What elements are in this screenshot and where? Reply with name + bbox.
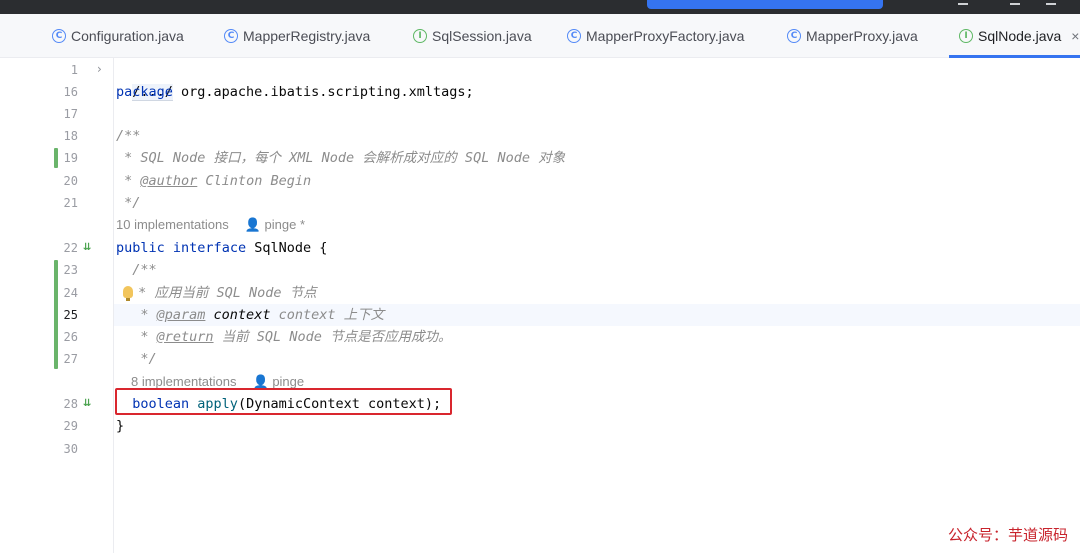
code-line-19[interactable]: * SQL Node 接口，每个 XML Node 会解析成对应的 SQL No… (116, 147, 565, 169)
line-number: 24 (63, 286, 78, 300)
author-hint: 👤 pinge * (244, 217, 306, 232)
implementations-count[interactable]: 10 implementations (116, 217, 229, 232)
interface-icon: I (959, 29, 973, 43)
class-icon: C (224, 29, 238, 43)
tab-label: MapperProxyFactory.java (586, 28, 745, 44)
implementations-count[interactable]: 8 implementations (131, 374, 237, 389)
code-line-23[interactable]: /** (116, 259, 156, 281)
code-line-26[interactable]: * @return 当前 SQL Node 节点是否应用成功。 (116, 326, 451, 348)
line-number-current: 25 (63, 308, 78, 322)
tab-label: SqlSession.java (432, 28, 532, 44)
doc-comment: * (116, 307, 157, 323)
tab-label: MapperRegistry.java (243, 28, 371, 44)
code-line-18[interactable]: /** (116, 125, 140, 147)
title-bar (0, 0, 1080, 14)
settings-icon[interactable] (1046, 0, 1056, 5)
code-line-25[interactable]: * @param context context 上下文 (116, 304, 384, 326)
class-icon: C (787, 29, 801, 43)
line-number: 26 (63, 330, 78, 344)
line-number: 29 (63, 419, 78, 433)
code-line-20[interactable]: * @author Clinton Begin (116, 170, 311, 192)
doc-comment: * (116, 329, 157, 345)
implemented-by-icon[interactable]: ⇊ (83, 241, 97, 255)
line-number: 19 (63, 151, 78, 165)
line-number: 30 (63, 442, 78, 456)
class-icon: C (567, 29, 581, 43)
line-number: 22 (63, 241, 78, 255)
tab-sql-node[interactable]: I SqlNode.java × (948, 14, 1080, 58)
search-icon[interactable] (1010, 0, 1020, 5)
code-line-24[interactable]: * 应用当前 SQL Node 节点 (130, 282, 317, 304)
tab-label: Configuration.java (71, 28, 184, 44)
code-line-29[interactable]: } (116, 415, 124, 437)
package-name: org.apache.ibatis.scripting.xmltags; (172, 84, 474, 100)
doc-comment: Clinton Begin (197, 173, 312, 189)
implemented-by-icon[interactable]: ⇊ (83, 397, 97, 411)
watermark: 公众号：芋道源码 (947, 526, 1068, 544)
line-number: 28 (63, 397, 78, 411)
line-number: 20 (63, 174, 78, 188)
author-hint: 👤 pinge (252, 374, 305, 389)
line-number: 21 (63, 196, 78, 210)
code-line-1[interactable]: /.../ (116, 59, 173, 101)
doc-comment: 当前 SQL Node 节点是否应用成功。 (213, 329, 452, 345)
code-line-22[interactable]: public interface SqlNode { (116, 237, 327, 259)
inlay-hint-interface[interactable]: 10 implementations 👤 pinge * (116, 214, 305, 236)
interface-icon: I (413, 29, 427, 43)
line-number: 23 (63, 263, 78, 277)
param-name: context (205, 307, 271, 323)
annotation-highlight-box (115, 388, 452, 415)
editor-tab-bar: C Configuration.java C MapperRegistry.ja… (0, 14, 1080, 58)
line-number: 1 (70, 63, 78, 77)
tab-sql-session[interactable]: I SqlSession.java (413, 14, 532, 58)
line-number: 16 (63, 85, 78, 99)
keyword: package (116, 84, 173, 100)
line-number: 27 (63, 352, 78, 366)
close-icon[interactable]: × (1071, 28, 1079, 44)
code-line-16[interactable]: package org.apache.ibatis.scripting.xmlt… (116, 81, 474, 103)
keyword: interface (172, 240, 247, 256)
doc-comment: context 上下文 (270, 307, 385, 323)
tab-mapper-registry[interactable]: C MapperRegistry.java (224, 14, 370, 58)
run-widget-button[interactable] (647, 0, 883, 9)
toolbar-icon[interactable] (958, 0, 968, 5)
line-number: 18 (63, 129, 78, 143)
doc-comment: * 应用当前 SQL Node 节点 (130, 285, 317, 301)
tab-label: SqlNode.java (978, 28, 1062, 44)
tab-configuration[interactable]: C Configuration.java (52, 14, 184, 58)
tab-mapper-proxy[interactable]: C MapperProxy.java (787, 14, 918, 58)
javadoc-tag: @return (156, 329, 214, 345)
doc-comment: * SQL Node 接口，每个 XML Node 会解析成对应的 SQL No… (116, 150, 566, 166)
tool-window-strip (0, 58, 48, 553)
line-number: 17 (63, 107, 78, 121)
tab-mapper-proxy-factory[interactable]: C MapperProxyFactory.java (567, 14, 744, 58)
fold-chevron-icon[interactable]: › (97, 62, 102, 76)
doc-comment: * (116, 173, 141, 189)
keyword: public (116, 240, 165, 256)
javadoc-tag: @param (156, 307, 206, 323)
code-line-27[interactable]: */ (116, 348, 156, 370)
interface-declaration: SqlNode { (246, 240, 328, 256)
code-line-21[interactable]: */ (116, 192, 140, 214)
class-icon: C (52, 29, 66, 43)
javadoc-tag: @author (140, 173, 198, 189)
tab-label: MapperProxy.java (806, 28, 918, 44)
